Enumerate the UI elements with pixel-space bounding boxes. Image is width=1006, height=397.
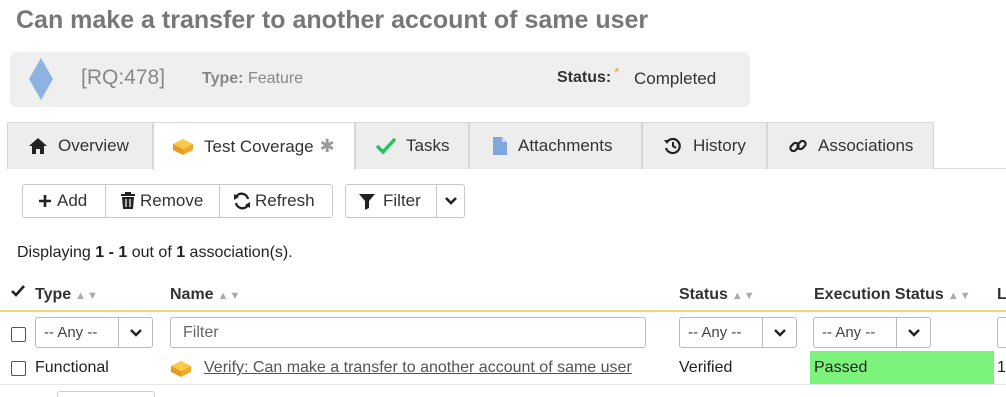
tab-tasks[interactable]: Tasks [355,122,469,169]
filter-button-group: Filter [345,184,465,218]
test-case-link[interactable]: Verify: Can make a transfer to another a… [204,359,632,376]
page-title: Can make a transfer to another account o… [16,6,649,34]
tab-attachments[interactable]: Attachments [469,122,642,169]
unsaved-asterisk-icon: ✱ [319,136,335,156]
requirement-diamond-icon [29,58,53,100]
chevron-down-icon [444,191,458,211]
pagination-summary: Displaying 1 - 1 out of 1 association(s)… [17,244,293,261]
link-icon [788,136,808,156]
home-icon [28,137,48,155]
grid-header-row: Type ▲▼ Name ▲▼ Status ▲▼ Execution Status ▲… [0,276,1006,312]
chevron-down-icon [896,318,930,347]
add-button[interactable]: Add [22,184,106,218]
tab-associations[interactable]: Associations [767,122,934,169]
sort-arrows-icon: ▲▼ [731,290,756,302]
row-type: Functional [35,359,109,376]
remove-button[interactable]: Remove [106,184,220,218]
column-header-last[interactable]: L [997,286,1006,304]
chevron-down-icon [118,318,152,347]
name-filter-input[interactable] [170,317,646,348]
sort-arrows-icon: ▲▼ [75,290,99,302]
tab-bar: Overview Test Coverage ✱ Tasks Attachmen… [7,122,1006,170]
status-filter-select[interactable]: -- Any -- [679,317,797,348]
chevron-down-icon [762,318,796,347]
tab-test-coverage[interactable]: Test Coverage ✱ [153,122,355,170]
funnel-icon [359,193,375,210]
column-header-execution-status[interactable]: Execution Status ▲▼ [814,286,972,304]
select-all-checkbox[interactable] [11,327,26,342]
column-header-status[interactable]: Status ▲▼ [679,286,756,304]
required-star-icon: * [614,64,620,80]
column-header-name[interactable]: Name ▲▼ [170,286,241,304]
select-all-checkmark-icon[interactable] [10,284,26,303]
execution-status-filter-select[interactable]: -- Any -- [813,317,931,348]
row-checkbox[interactable] [11,361,26,376]
tab-overview[interactable]: Overview [7,122,153,169]
column-header-type[interactable]: Type ▲▼ [35,286,99,304]
sort-arrows-icon: ▲▼ [217,290,242,302]
row-last: 1 [997,359,1006,376]
action-button-group: Add Remove Refresh [22,184,333,218]
status-value[interactable]: Completed [634,69,716,89]
requirement-id: [RQ:478] [81,66,166,89]
requirement-type: Type: Feature [202,70,304,87]
sort-arrows-icon: ▲▼ [947,290,972,302]
plus-icon [37,193,53,209]
history-icon [663,137,683,155]
requirement-summary: [RQ:478] Type: Feature Status: * Complet… [10,52,750,107]
pagination-control-edge [57,391,155,397]
row-execution-status: Passed [810,351,994,384]
row-status: Verified [679,359,733,376]
last-filter-select[interactable] [997,317,1006,348]
refresh-icon [233,192,251,210]
test-case-icon [170,360,192,383]
status-label: Status: [557,69,612,86]
test-case-icon [172,138,194,156]
refresh-button[interactable]: Refresh [220,184,333,218]
filter-button[interactable]: Filter [345,184,437,218]
document-icon [492,136,508,156]
type-filter-select[interactable]: -- Any -- [35,317,153,348]
tab-history[interactable]: History [642,122,767,169]
filter-dropdown-toggle[interactable] [437,184,465,218]
trash-icon [120,192,136,210]
table-row: Functional Verify: Can make a transfer t… [0,351,1006,385]
checkmark-icon [376,137,396,155]
row-name[interactable]: Verify: Can make a transfer to another a… [204,359,632,377]
grid-filter-row: -- Any -- -- Any -- -- Any -- [0,312,1006,351]
